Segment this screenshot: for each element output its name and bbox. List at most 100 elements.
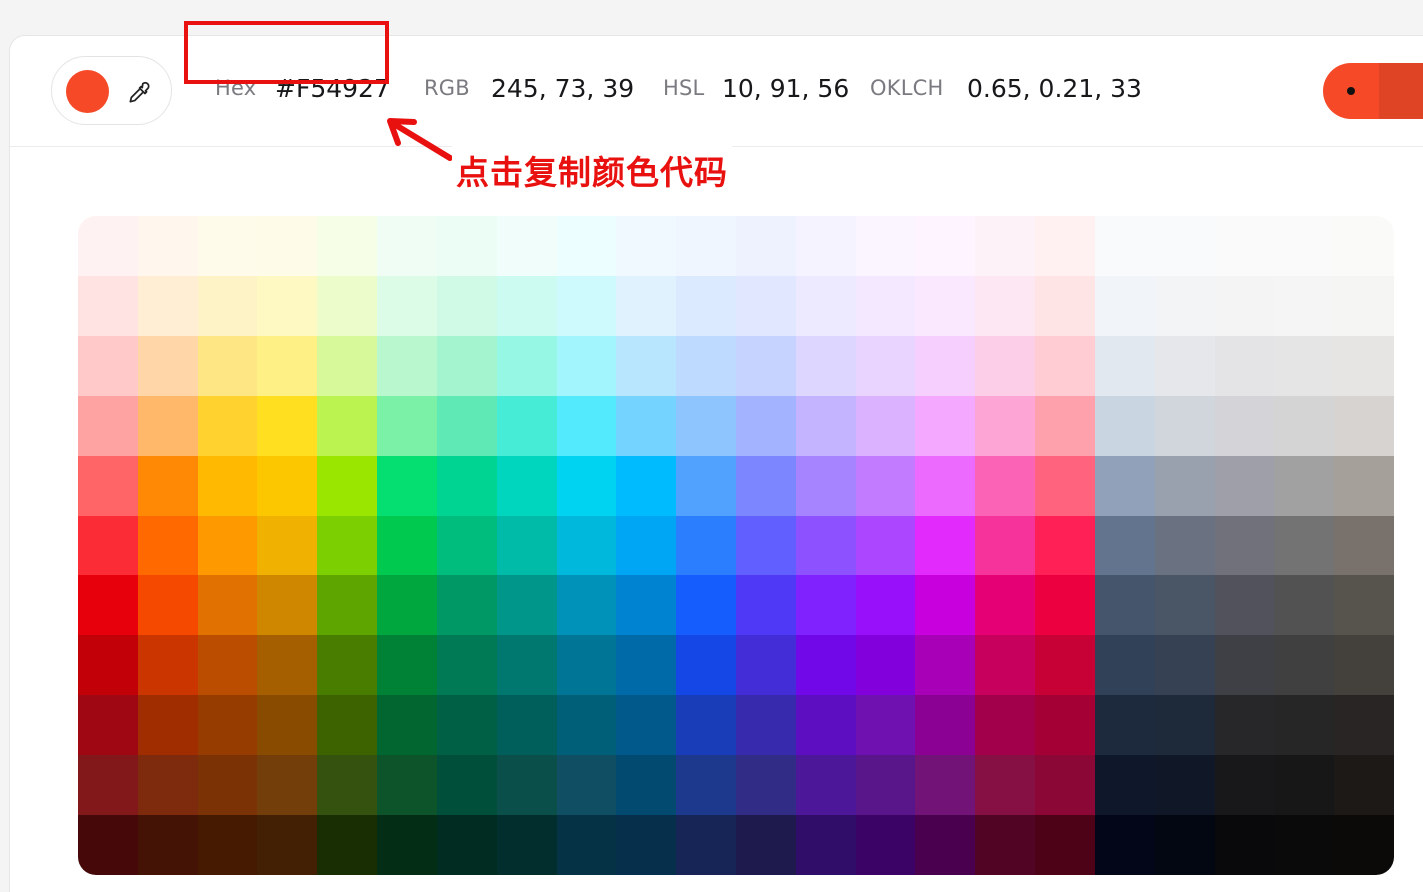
palette-swatch[interactable] [496,635,557,696]
palette-swatch[interactable] [676,755,736,816]
palette-swatch[interactable] [1214,575,1275,636]
palette-swatch[interactable] [1274,815,1335,875]
palette-swatch[interactable] [915,575,976,636]
palette-swatch[interactable] [1035,455,1095,516]
palette-swatch[interactable] [915,395,976,456]
palette-swatch[interactable] [1154,815,1215,875]
palette-swatch[interactable] [317,575,378,636]
palette-swatch[interactable] [496,815,557,875]
palette-swatch[interactable] [377,216,437,276]
palette-swatch[interactable] [1035,635,1095,696]
palette-swatch[interactable] [1334,216,1394,276]
palette-swatch[interactable] [78,575,138,636]
eyedropper-icon[interactable] [126,80,152,106]
palette-swatch[interactable] [78,216,138,276]
palette-swatch[interactable] [616,395,677,456]
palette-swatch[interactable] [1094,275,1155,336]
palette-swatch[interactable] [855,815,916,875]
hex-value[interactable]: #F54927 [275,74,390,103]
palette-swatch[interactable] [975,815,1036,875]
palette-swatch[interactable] [377,275,437,336]
accent-action-button[interactable] [1323,63,1423,119]
palette-swatch[interactable] [1214,455,1275,516]
palette-swatch[interactable] [616,575,677,636]
palette-swatch[interactable] [1274,216,1335,276]
palette-swatch[interactable] [855,575,916,636]
palette-swatch[interactable] [1035,335,1095,396]
palette-swatch[interactable] [1334,695,1394,756]
palette-swatch[interactable] [735,755,796,816]
palette-swatch[interactable] [676,695,736,756]
palette-swatch[interactable] [975,216,1036,276]
palette-swatch[interactable] [1334,815,1394,875]
palette-swatch[interactable] [496,335,557,396]
palette-swatch[interactable] [436,575,497,636]
palette-swatch[interactable] [975,755,1036,816]
palette-swatch[interactable] [855,515,916,576]
palette-swatch[interactable] [735,815,796,875]
palette-swatch[interactable] [556,815,617,875]
palette-swatch[interactable] [735,695,796,756]
palette-swatch[interactable] [735,335,796,396]
palette-swatch[interactable] [137,815,198,875]
palette-swatch[interactable] [975,635,1036,696]
palette-swatch[interactable] [915,335,976,396]
palette-swatch[interactable] [556,515,617,576]
palette-swatch[interactable] [377,635,437,696]
palette-swatch[interactable] [1154,395,1215,456]
palette-swatch[interactable] [496,275,557,336]
palette-swatch[interactable] [1274,755,1335,816]
palette-swatch[interactable] [676,815,736,875]
palette-swatch[interactable] [197,755,258,816]
palette-swatch[interactable] [676,635,736,696]
palette-swatch[interactable] [1154,695,1215,756]
palette-swatch[interactable] [137,455,198,516]
palette-swatch[interactable] [137,395,198,456]
palette-swatch[interactable] [257,695,318,756]
palette-swatch[interactable] [377,455,437,516]
hsl-value[interactable]: 10, 91, 56 [722,74,849,103]
palette-swatch[interactable] [1035,575,1095,636]
palette-swatch[interactable] [1154,275,1215,336]
palette-swatch[interactable] [436,695,497,756]
palette-swatch[interactable] [735,275,796,336]
palette-swatch[interactable] [616,515,677,576]
palette-swatch[interactable] [975,455,1036,516]
palette-swatch[interactable] [1214,395,1275,456]
palette-swatch[interactable] [1274,575,1335,636]
palette-swatch[interactable] [137,695,198,756]
palette-swatch[interactable] [137,275,198,336]
palette-swatch[interactable] [377,575,437,636]
palette-swatch[interactable] [616,216,677,276]
palette-swatch[interactable] [436,455,497,516]
palette-swatch[interactable] [855,755,916,816]
palette-swatch[interactable] [1274,335,1335,396]
palette-swatch[interactable] [1214,515,1275,576]
palette-swatch[interactable] [616,275,677,336]
palette-swatch[interactable] [78,635,138,696]
palette-swatch[interactable] [1154,575,1215,636]
palette-swatch[interactable] [1214,275,1275,336]
palette-swatch[interactable] [556,635,617,696]
palette-swatch[interactable] [915,695,976,756]
palette-swatch[interactable] [377,395,437,456]
palette-swatch[interactable] [257,216,318,276]
palette-swatch[interactable] [197,695,258,756]
palette-swatch[interactable] [795,216,856,276]
palette-swatch[interactable] [855,275,916,336]
palette-swatch[interactable] [496,695,557,756]
palette-swatch[interactable] [1274,275,1335,336]
palette-swatch[interactable] [795,815,856,875]
palette-swatch[interactable] [556,575,617,636]
palette-swatch[interactable] [257,575,318,636]
palette-swatch[interactable] [1035,815,1095,875]
palette-swatch[interactable] [1274,635,1335,696]
palette-swatch[interactable] [915,515,976,576]
palette-swatch[interactable] [975,695,1036,756]
palette-swatch[interactable] [616,335,677,396]
palette-swatch[interactable] [855,216,916,276]
palette-swatch[interactable] [1094,455,1155,516]
palette-swatch[interactable] [197,335,258,396]
palette-swatch[interactable] [257,815,318,875]
palette-swatch[interactable] [735,635,796,696]
